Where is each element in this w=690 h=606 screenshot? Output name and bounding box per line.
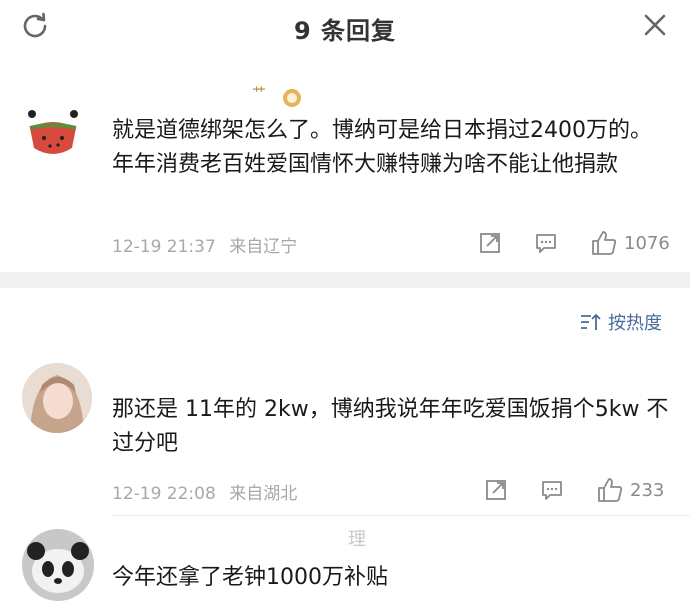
thumbs-up-icon [590, 230, 618, 256]
share-icon [478, 231, 502, 255]
reply-meta: 12-19 22:08 来自湖北 [112, 479, 297, 504]
sort-row: 按热度 [0, 305, 690, 341]
comment-actions: 1076 [478, 230, 670, 256]
comment-icon [540, 478, 564, 502]
reply-item: 理 今年还拿了老钟1000万补贴 [0, 515, 690, 606]
reply-button[interactable] [540, 478, 564, 502]
comment-location: 来自辽宁 [229, 237, 298, 257]
svg-text:艹: 艹 [252, 86, 266, 102]
sort-icon [580, 312, 602, 332]
reply-actions: 233 [484, 477, 664, 503]
share-icon [484, 478, 508, 502]
reply-time: 12-19 22:08 [112, 484, 216, 504]
comment-text: 就是道德绑架怎么了。博纳可是给日本捐过2400万的。年年消费老百姓爱国情怀大赚特… [112, 118, 652, 177]
fade-overlay [430, 563, 690, 603]
comment-icon [534, 231, 558, 255]
sort-button[interactable]: 按热度 [580, 309, 662, 335]
comment-time: 12-19 21:37 [112, 237, 216, 257]
share-button[interactable] [484, 478, 508, 502]
reply-item: 那还是 11年的 2kw，博纳我说年年吃爱国饭捐个5kw 不过分吧 12-19 … [0, 355, 690, 516]
avatar[interactable] [22, 529, 94, 601]
header-bar: 9 条回复 [0, 0, 690, 52]
like-button[interactable]: 233 [596, 477, 664, 503]
like-count: 233 [630, 479, 665, 501]
sort-label: 按热度 [608, 313, 662, 334]
share-button[interactable] [478, 231, 502, 255]
like-button[interactable]: 1076 [590, 230, 670, 256]
reply-location: 来自湖北 [229, 484, 298, 504]
like-count: 1076 [624, 232, 670, 254]
reply-text: 那还是 11年的 2kw，博纳我说年年吃爱国饭捐个5kw 不过分吧 [112, 397, 669, 456]
reply-button[interactable] [534, 231, 558, 255]
faded-text: 理 [348, 529, 368, 550]
section-divider [0, 272, 690, 288]
avatar[interactable] [22, 363, 92, 433]
page-title: 9 条回复 [293, 17, 397, 45]
avatar[interactable] [20, 98, 86, 164]
user-badge-icon: 艹 [250, 80, 310, 110]
comment-meta: 12-19 21:37 来自辽宁 [112, 232, 297, 257]
main-comment: 艹 就是道德绑架怎么了。博纳可是给日本捐过2400万的。年年消费老百姓爱国情怀大… [0, 60, 690, 270]
thumbs-up-icon [596, 477, 624, 503]
close-icon[interactable] [640, 10, 670, 40]
